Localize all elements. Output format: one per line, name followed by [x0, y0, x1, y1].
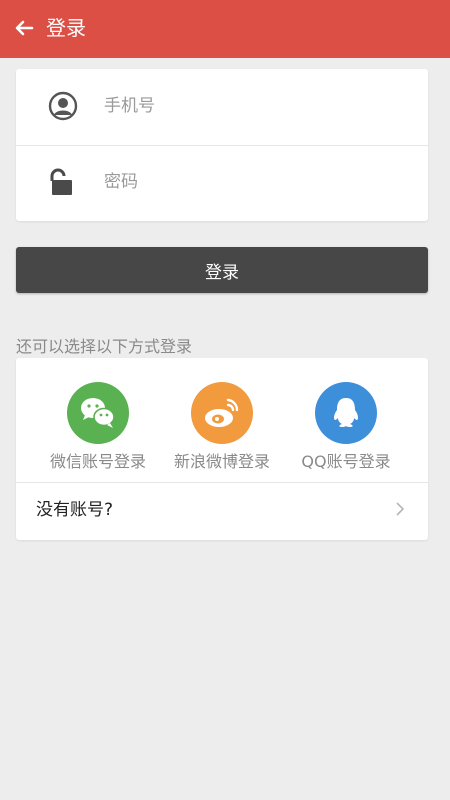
- wechat-circle: [67, 382, 129, 444]
- login-form: [16, 69, 428, 221]
- phone-input[interactable]: [104, 89, 404, 123]
- password-input[interactable]: [104, 165, 404, 199]
- wechat-login-button[interactable]: 微信账号登录: [36, 382, 160, 474]
- weibo-login-button[interactable]: 新浪微博登录: [160, 382, 284, 474]
- social-login-card: 微信账号登录 新浪微博登录 QQ账号登录 没有账号?: [16, 358, 428, 540]
- password-row: [16, 145, 428, 221]
- weibo-login-label: 新浪微博登录: [173, 452, 270, 471]
- user-circle-icon: [48, 91, 78, 121]
- qq-login-button[interactable]: QQ账号登录: [284, 382, 408, 474]
- wechat-icon: [81, 398, 115, 428]
- chevron-right-icon: [396, 502, 405, 516]
- signup-row[interactable]: 没有账号?: [16, 483, 428, 540]
- phone-row: [16, 69, 428, 146]
- weibo-circle: [191, 382, 253, 444]
- alt-login-label: 还可以选择以下方式登录: [16, 337, 193, 356]
- header-bar: 登录: [0, 0, 450, 58]
- qq-circle: [315, 382, 377, 444]
- qq-login-label: QQ账号登录: [301, 452, 391, 471]
- page-title: 登录: [46, 16, 86, 40]
- arrow-left-icon[interactable]: [12, 16, 36, 40]
- signup-label: 没有账号?: [36, 500, 114, 520]
- weibo-icon: [205, 398, 239, 427]
- login-button[interactable]: 登录: [16, 247, 428, 293]
- wechat-login-label: 微信账号登录: [49, 452, 146, 471]
- qq-icon: [333, 398, 359, 427]
- unlock-icon: [50, 168, 72, 195]
